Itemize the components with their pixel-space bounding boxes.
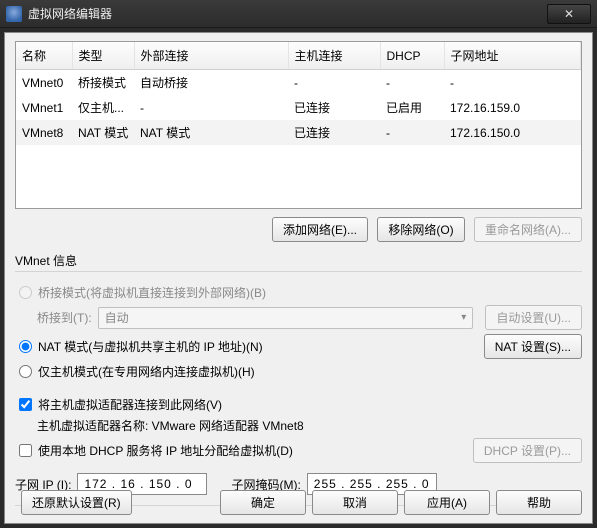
col-name[interactable]: 名称 [16, 42, 72, 70]
table-header-row: 名称 类型 外部连接 主机连接 DHCP 子网地址 [16, 42, 581, 70]
check-connect-host[interactable] [19, 398, 32, 411]
cell: - [380, 70, 444, 96]
close-icon: ✕ [564, 7, 574, 21]
vmnet-info-title: VMnet 信息 [15, 252, 582, 269]
table-row[interactable]: VMnet0 桥接模式 自动桥接 - - - [16, 70, 581, 96]
cell: - [444, 70, 581, 96]
cell: - [134, 95, 288, 120]
ok-button[interactable]: 确定 [220, 490, 306, 515]
titlebar: 虚拟网络编辑器 ✕ [0, 0, 597, 28]
cell: 172.16.150.0 [444, 120, 581, 145]
restore-defaults-button[interactable]: 还原默认设置(R) [21, 490, 132, 515]
cell: VMnet0 [16, 70, 72, 96]
dhcp-settings-button: DHCP 设置(P)... [473, 438, 582, 463]
auto-settings-button: 自动设置(U)... [485, 305, 582, 330]
col-host[interactable]: 主机连接 [288, 42, 380, 70]
cell: 172.16.159.0 [444, 95, 581, 120]
remove-network-button[interactable]: 移除网络(O) [377, 217, 464, 242]
col-dhcp[interactable]: DHCP [380, 42, 444, 70]
rename-network-button: 重命名网络(A)... [474, 217, 582, 242]
cancel-button[interactable]: 取消 [312, 490, 398, 515]
window-title: 虚拟网络编辑器 [28, 5, 547, 22]
footer: 还原默认设置(R) 确定 取消 应用(A) 帮助 [15, 490, 582, 515]
nat-settings-button[interactable]: NAT 设置(S)... [484, 334, 582, 359]
radio-nat[interactable] [19, 340, 32, 353]
add-network-button[interactable]: 添加网络(E)... [272, 217, 368, 242]
cell: NAT 模式 [72, 120, 134, 145]
vmnet-info-group: 桥接模式(将虚拟机直接连接到外部网络)(B) 桥接到(T): 自动 ▾ 自动设置… [15, 271, 582, 495]
cell: NAT 模式 [134, 120, 288, 145]
table-row[interactable]: VMnet8 NAT 模式 NAT 模式 已连接 - 172.16.150.0 [16, 120, 581, 145]
label-connect-host: 将主机虚拟适配器连接到此网络(V) [38, 396, 222, 413]
cell: 桥接模式 [72, 70, 134, 96]
radio-hostonly[interactable] [19, 365, 32, 378]
cell: VMnet1 [16, 95, 72, 120]
apply-button[interactable]: 应用(A) [404, 490, 490, 515]
label-bridged: 桥接模式(将虚拟机直接连接到外部网络)(B) [38, 284, 266, 301]
cell: 已连接 [288, 120, 380, 145]
cell: 已连接 [288, 95, 380, 120]
col-subnet[interactable]: 子网地址 [444, 42, 581, 70]
label-bridged-to: 桥接到(T): [37, 309, 92, 326]
table-row[interactable]: VMnet1 仅主机... - 已连接 已启用 172.16.159.0 [16, 95, 581, 120]
cell: - [288, 70, 380, 96]
chevron-down-icon: ▾ [461, 312, 466, 323]
network-buttons: 添加网络(E)... 移除网络(O) 重命名网络(A)... [15, 217, 582, 242]
label-hostonly: 仅主机模式(在专用网络内连接虚拟机)(H) [38, 363, 255, 380]
cell: - [380, 120, 444, 145]
cell: 已启用 [380, 95, 444, 120]
cell: VMnet8 [16, 120, 72, 145]
label-nat: NAT 模式(与虚拟机共享主机的 IP 地址)(N) [38, 338, 478, 355]
help-button[interactable]: 帮助 [496, 490, 582, 515]
col-ext[interactable]: 外部连接 [134, 42, 288, 70]
bridged-to-value: 自动 [105, 309, 129, 326]
check-use-dhcp[interactable] [19, 444, 32, 457]
app-icon [6, 6, 22, 22]
cell: 自动桥接 [134, 70, 288, 96]
close-button[interactable]: ✕ [547, 4, 591, 24]
label-use-dhcp: 使用本地 DHCP 服务将 IP 地址分配给虚拟机(D) [38, 442, 467, 459]
col-type[interactable]: 类型 [72, 42, 134, 70]
bridged-to-select: 自动 ▾ [98, 307, 474, 329]
dialog-body: 名称 类型 外部连接 主机连接 DHCP 子网地址 VMnet0 桥接模式 自动… [4, 32, 593, 524]
adapter-name: 主机虚拟适配器名称: VMware 网络适配器 VMnet8 [37, 417, 304, 434]
radio-bridged[interactable] [19, 286, 32, 299]
cell: 仅主机... [72, 95, 134, 120]
network-table[interactable]: 名称 类型 外部连接 主机连接 DHCP 子网地址 VMnet0 桥接模式 自动… [15, 41, 582, 209]
